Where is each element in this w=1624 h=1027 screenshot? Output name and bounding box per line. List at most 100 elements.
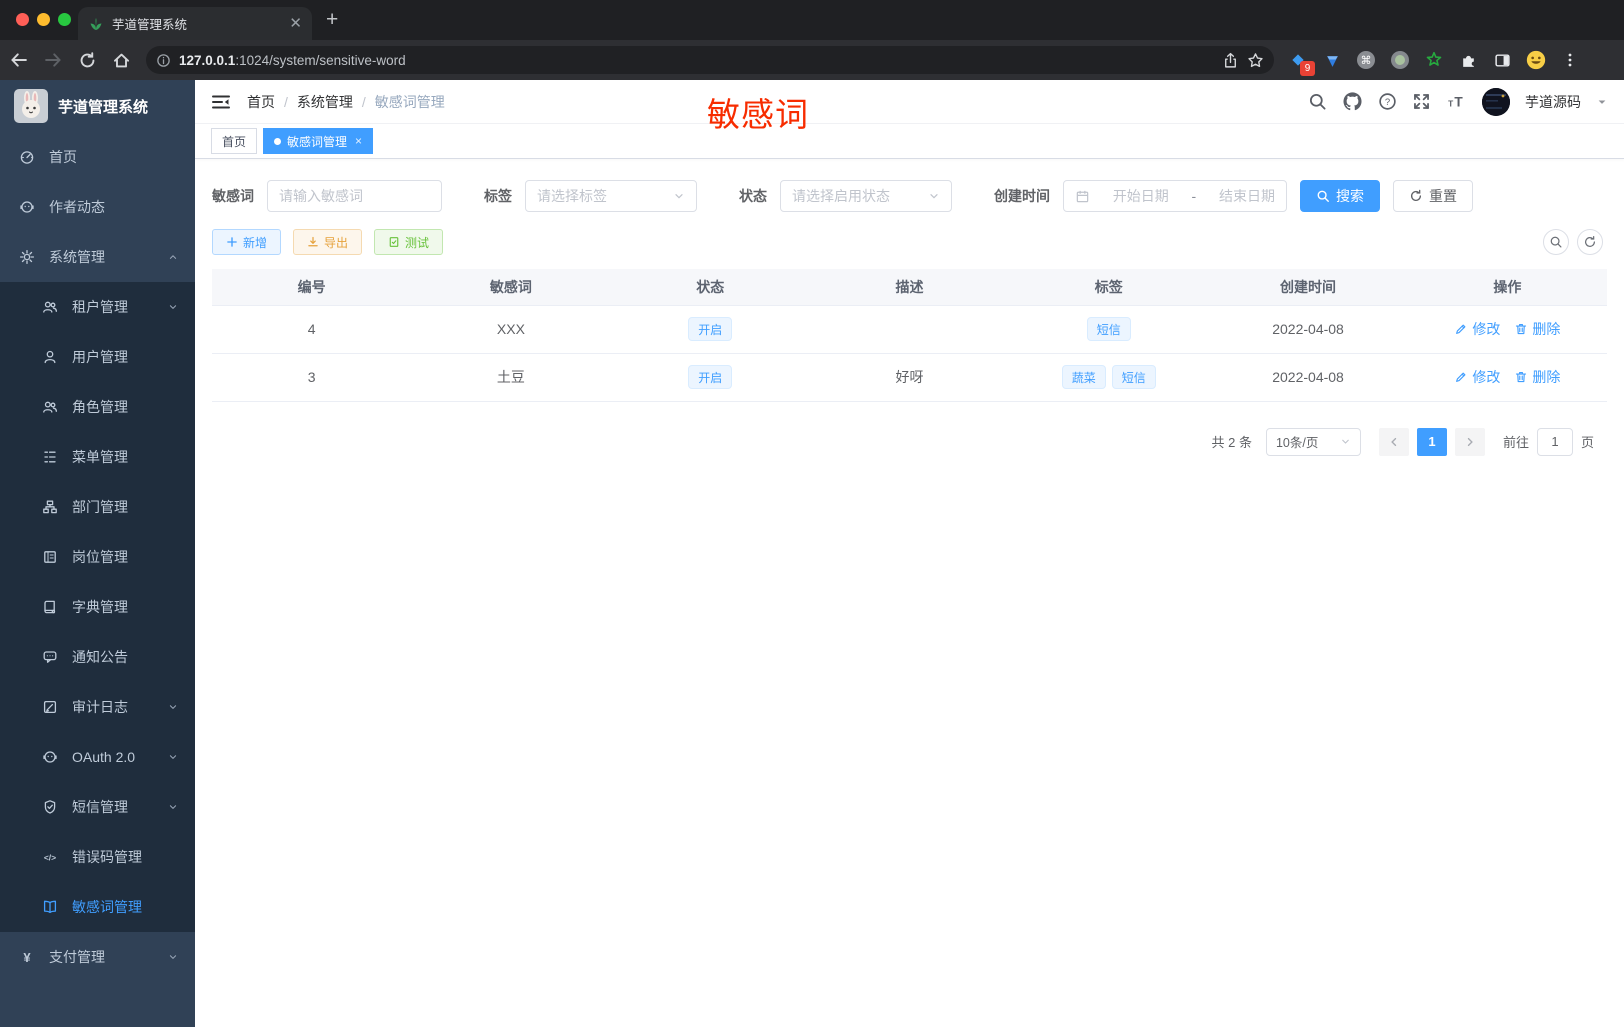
word-tag: 短信 bbox=[1111, 365, 1156, 389]
breadcrumb-item[interactable]: 首页 bbox=[247, 92, 275, 112]
shield-icon bbox=[42, 799, 58, 815]
github-icon[interactable] bbox=[1342, 91, 1363, 112]
extension-gem-icon[interactable] bbox=[1322, 50, 1342, 70]
sidebar-item-用户管理[interactable]: 用户管理 bbox=[0, 332, 195, 382]
address-bar[interactable]: 127.0.0.1:1024/system/sensitive-word bbox=[146, 46, 1274, 74]
filter-status-select[interactable]: 请选择启用状态 bbox=[780, 180, 952, 212]
tags-view-tab-敏感词管理[interactable]: 敏感词管理 × bbox=[263, 128, 374, 154]
sidebar-item-支付管理[interactable]: ¥ 支付管理 bbox=[0, 932, 195, 982]
sidebar-item-label: 短信管理 bbox=[72, 799, 128, 815]
table-header-敏感词: 敏感词 bbox=[411, 269, 611, 306]
cell-created: 2022-04-08 bbox=[1208, 353, 1408, 402]
page-size-select[interactable]: 10条/页 bbox=[1265, 427, 1361, 456]
edit-link[interactable]: 修改 bbox=[1454, 319, 1500, 339]
sidebar-item-OAuth 2.0[interactable]: OAuth 2.0 bbox=[0, 732, 195, 782]
filter-daterange-input[interactable]: 开始日期 - 结束日期 bbox=[1063, 180, 1287, 212]
browser-toolbar: 127.0.0.1:1024/system/sensitive-word 9 ⌘ bbox=[0, 40, 1624, 80]
prev-page-button[interactable] bbox=[1378, 427, 1409, 456]
document-check-icon bbox=[388, 236, 400, 248]
test-button[interactable]: 测试 bbox=[374, 229, 444, 255]
fullscreen-icon[interactable] bbox=[1412, 92, 1431, 111]
filter-word-label: 敏感词 bbox=[212, 188, 254, 204]
browser-tab[interactable]: 芋道管理系统 ✕ bbox=[78, 7, 312, 40]
user-avatar[interactable] bbox=[1482, 87, 1510, 116]
extensions-puzzle-icon[interactable] bbox=[1458, 50, 1478, 70]
close-window-button[interactable] bbox=[16, 13, 29, 26]
delete-link[interactable]: 删除 bbox=[1514, 367, 1560, 387]
forward-icon[interactable] bbox=[38, 45, 68, 75]
table-header-状态: 状态 bbox=[610, 269, 810, 306]
sidebar-item-岗位管理[interactable]: 岗位管理 bbox=[0, 532, 195, 582]
filter-word-input[interactable]: 请输入敏感词 bbox=[267, 180, 442, 212]
new-tab-button[interactable]: + bbox=[326, 8, 338, 32]
filter-tag-select[interactable]: 请选择标签 bbox=[525, 180, 697, 212]
daterange-separator: - bbox=[1191, 188, 1197, 204]
export-button[interactable]: 导出 bbox=[293, 229, 363, 255]
browser-menu-kebab-icon[interactable] bbox=[1560, 50, 1580, 70]
goto-label: 前往 bbox=[1502, 435, 1529, 450]
reset-button[interactable]: 重置 bbox=[1393, 180, 1473, 212]
pagination: 共 2 条 10条/页 1 前往 1 页 bbox=[212, 427, 1607, 456]
home-icon[interactable] bbox=[106, 45, 136, 75]
sidebar-item-租户管理[interactable]: 租户管理 bbox=[0, 282, 195, 332]
sidebar-item-敏感词管理[interactable]: 敏感词管理 bbox=[0, 882, 195, 932]
minimize-window-button[interactable] bbox=[37, 13, 50, 26]
sidebar-item-字典管理[interactable]: 字典管理 bbox=[0, 582, 195, 632]
user-caret-down-icon[interactable] bbox=[1596, 96, 1608, 108]
side-panel-icon[interactable] bbox=[1492, 50, 1512, 70]
page-number-button[interactable]: 1 bbox=[1416, 427, 1447, 456]
goto-page-input[interactable]: 1 bbox=[1536, 427, 1573, 456]
sidebar-item-通知公告[interactable]: 通知公告 bbox=[0, 632, 195, 682]
sensitive-word-table: 编号 敏感词 状态 描述 标签 创建时间 操作 4 XXX 开启 短信 2022-04-08 修改 删除… bbox=[212, 269, 1607, 402]
help-icon[interactable]: ? bbox=[1378, 92, 1397, 111]
sidebar-item-审计日志[interactable]: 审计日志 bbox=[0, 682, 195, 732]
sidebar-item-短信管理[interactable]: 短信管理 bbox=[0, 782, 195, 832]
extension-record-icon[interactable] bbox=[1390, 50, 1410, 70]
user-icon bbox=[42, 349, 58, 365]
search-button[interactable]: 搜索 bbox=[1300, 180, 1380, 212]
sidebar-logo[interactable]: 芋道管理系统 bbox=[0, 80, 195, 132]
profile-avatar-emoji[interactable] bbox=[1526, 50, 1546, 70]
sidebar-item-首页[interactable]: 首页 bbox=[0, 132, 195, 182]
extension-diamond-icon[interactable]: 9 bbox=[1288, 50, 1315, 76]
edit-link[interactable]: 修改 bbox=[1454, 367, 1500, 387]
extension-star-icon[interactable] bbox=[1424, 50, 1444, 70]
sidebar-item-label: 错误码管理 bbox=[72, 849, 142, 865]
sidebar-item-错误码管理[interactable]: </> 错误码管理 bbox=[0, 832, 195, 882]
app-header: 首页 / 系统管理 / 敏感词管理 敏感词 ? TT 芋道源码 bbox=[195, 80, 1624, 133]
zoom-window-button[interactable] bbox=[58, 13, 71, 26]
sidebar-item-label: 作者动态 bbox=[49, 199, 105, 215]
share-icon[interactable] bbox=[1222, 52, 1239, 69]
collapse-sidebar-icon[interactable] bbox=[211, 92, 231, 112]
user-name[interactable]: 芋道源码 bbox=[1525, 92, 1581, 112]
tags-view-tab-首页[interactable]: 首页 bbox=[211, 128, 258, 154]
search-icon[interactable] bbox=[1308, 92, 1327, 111]
badge-icon bbox=[42, 549, 58, 565]
show-search-circle-button[interactable] bbox=[1543, 229, 1569, 255]
site-info-icon[interactable] bbox=[156, 53, 171, 68]
back-icon[interactable] bbox=[4, 45, 34, 75]
bookmark-star-icon[interactable] bbox=[1247, 52, 1264, 69]
tab-close-icon[interactable]: × bbox=[355, 134, 362, 148]
next-page-button[interactable] bbox=[1454, 427, 1485, 456]
sidebar-item-部门管理[interactable]: 部门管理 bbox=[0, 482, 195, 532]
tree-icon bbox=[42, 449, 58, 465]
reload-icon[interactable] bbox=[72, 45, 102, 75]
word-tag: 蔬菜 bbox=[1061, 365, 1106, 389]
sidebar-item-系统管理[interactable]: 系统管理 bbox=[0, 232, 195, 282]
font-size-icon[interactable]: TT bbox=[1446, 92, 1467, 111]
calendar-icon bbox=[1075, 189, 1090, 204]
delete-link[interactable]: 删除 bbox=[1514, 319, 1560, 339]
refresh-circle-button[interactable] bbox=[1577, 229, 1603, 255]
search-icon bbox=[1316, 189, 1330, 203]
tab-label: 首页 bbox=[222, 134, 247, 149]
tab-close-icon[interactable]: ✕ bbox=[289, 16, 302, 31]
add-button[interactable]: 新增 bbox=[212, 229, 282, 255]
sidebar-item-菜单管理[interactable]: 菜单管理 bbox=[0, 432, 195, 482]
breadcrumb-item[interactable]: 系统管理 bbox=[297, 92, 353, 112]
breadcrumb: 首页 / 系统管理 / 敏感词管理 bbox=[247, 92, 445, 112]
sidebar-item-角色管理[interactable]: 角色管理 bbox=[0, 382, 195, 432]
extension-command-icon[interactable]: ⌘ bbox=[1356, 50, 1376, 70]
chevron-down-icon bbox=[1340, 436, 1351, 447]
sidebar-item-作者动态[interactable]: 作者动态 bbox=[0, 182, 195, 232]
